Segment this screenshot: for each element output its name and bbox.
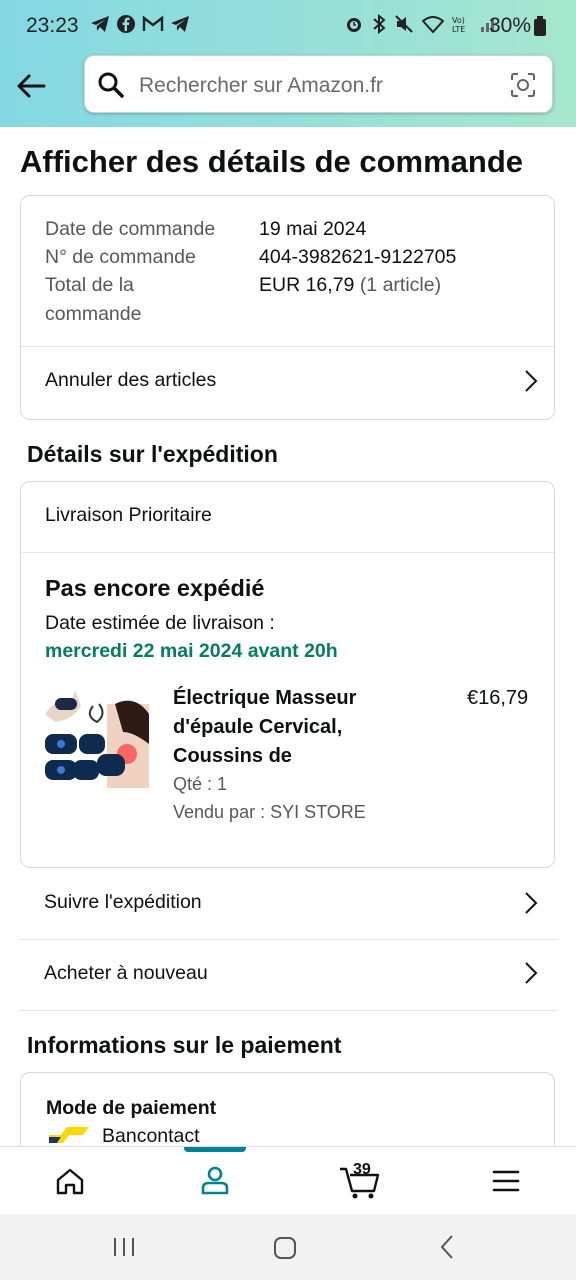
divider [20, 1010, 557, 1011]
mail-icon [142, 15, 164, 31]
cancel-items-row[interactable]: Annuler des articles [21, 347, 554, 419]
total-items: (1 article) [359, 274, 442, 296]
total-amount: EUR 16,79 [259, 274, 355, 296]
home-button-icon[interactable] [273, 1236, 297, 1265]
svg-text:LTE: LTE [452, 25, 465, 34]
telegram-icon [91, 16, 109, 32]
battery-percent: 30% [489, 14, 532, 37]
back-arrow-icon[interactable] [14, 68, 50, 104]
battery-indicator: 30% [489, 14, 547, 38]
shipping-card: Livraison Prioritaire Pas encore expédié… [20, 481, 555, 868]
bluetooth-icon [373, 14, 386, 34]
status-bar: 23:23 Vo) LTE 30% [0, 0, 576, 54]
battery-icon [534, 16, 547, 36]
menu-icon[interactable] [492, 1169, 520, 1198]
mute-icon [395, 15, 413, 33]
chevron-right-icon [525, 892, 538, 914]
cart-icon[interactable]: 39 [338, 1161, 382, 1201]
search-icon[interactable] [97, 71, 125, 104]
order-total-label: Total de la [45, 274, 134, 296]
recent-apps-icon[interactable] [112, 1236, 136, 1263]
svg-text:Vo): Vo) [452, 16, 465, 25]
delivery-estimate-date: mercredi 22 mai 2024 avant 20h [45, 640, 338, 662]
order-total-value: EUR 16,79 (1 article) [259, 274, 441, 297]
notification-icons [90, 14, 190, 34]
shipment-status: Pas encore expédié [45, 575, 265, 601]
page-title: Afficher des détails de commande [20, 144, 524, 179]
system-icons: Vo) LTE [344, 14, 498, 34]
order-summary-card: Date de commande 19 mai 2024 N° de comma… [20, 195, 555, 420]
order-date-label: Date de commande [45, 218, 216, 240]
order-date-value: 19 mai 2024 [259, 218, 367, 240]
product-quantity: Qté : 1 [173, 774, 228, 794]
order-total-label-2: commande [45, 303, 142, 325]
product-seller: Vendu par : SYI STORE [173, 802, 366, 822]
active-tab-indicator [184, 1147, 246, 1152]
search-bar[interactable] [84, 55, 553, 113]
payment-method: Bancontact [102, 1125, 200, 1147]
camera-search-icon[interactable] [510, 72, 536, 103]
buy-again-label: Acheter à nouveau [44, 962, 208, 984]
divider [21, 552, 554, 553]
wifi-icon [422, 16, 444, 33]
product-image[interactable] [45, 684, 149, 788]
order-number-value: 404-3982621-9122705 [259, 246, 457, 268]
cart-count: 39 [353, 1161, 371, 1178]
system-navigation-bar [0, 1214, 576, 1280]
chevron-right-icon [525, 370, 538, 392]
order-number-label: N° de commande [45, 246, 196, 268]
home-icon[interactable] [55, 1167, 85, 1200]
chevron-right-icon [525, 962, 538, 984]
product-title-line-3[interactable]: Coussins de [173, 745, 292, 768]
track-shipment-row[interactable]: Suivre l'expédition [20, 869, 557, 940]
volte-icon: Vo)LTE [452, 16, 465, 34]
payment-mode-label: Mode de paiement [46, 1097, 217, 1119]
product-price: €16,79 [467, 687, 529, 709]
back-button-icon[interactable] [438, 1234, 456, 1265]
buy-again-row[interactable]: Acheter à nouveau [20, 940, 557, 1010]
payment-heading: Informations sur le paiement [27, 1032, 342, 1058]
status-time: 23:23 [26, 14, 79, 37]
search-input[interactable] [137, 68, 501, 104]
telegram-icon-2 [171, 16, 189, 32]
product-title-line-1[interactable]: Électrique Masseur [173, 687, 356, 710]
track-shipment-label: Suivre l'expédition [44, 891, 202, 913]
product-title-line-2[interactable]: d'épaule Cervical, [173, 716, 342, 739]
shipping-method: Livraison Prioritaire [45, 504, 212, 526]
bancontact-logo [49, 1127, 89, 1143]
bottom-navigation: 39 [0, 1146, 576, 1215]
facebook-icon [117, 15, 135, 33]
cancel-items-label: Annuler des articles [45, 369, 217, 391]
delivery-estimate-label: Date estimée de livraison : [45, 612, 275, 634]
shipping-heading: Détails sur l'expédition [27, 441, 278, 467]
alarm-icon [347, 18, 361, 32]
account-icon[interactable] [200, 1165, 230, 1200]
